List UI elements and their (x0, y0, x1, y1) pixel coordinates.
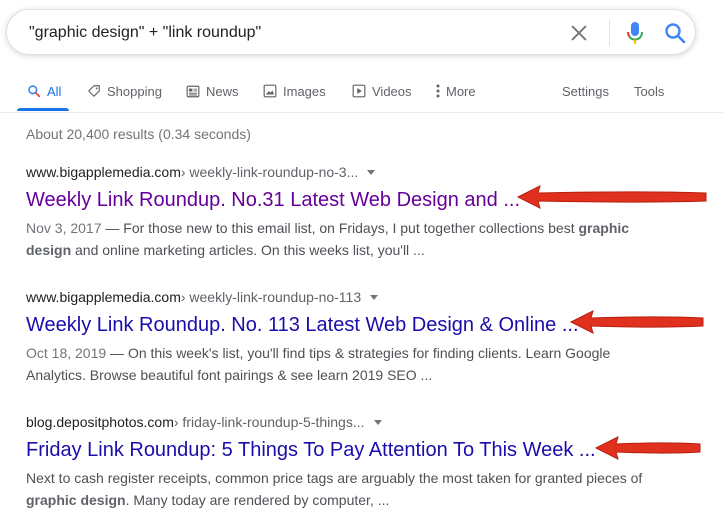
result-snippet: Oct 18, 2019 — On this week's list, you'… (26, 342, 646, 386)
search-submit-button[interactable] (663, 21, 687, 45)
tab-images[interactable]: Images (263, 80, 326, 102)
annotation-arrow (569, 310, 704, 334)
search-divider (609, 20, 610, 46)
result-title-link[interactable]: Friday Link Roundup: 5 Things To Pay Att… (26, 437, 646, 463)
images-icon (263, 84, 277, 98)
tab-label: Shopping (107, 83, 162, 99)
search-icon (665, 23, 686, 44)
search-result: blog.depositphotos.com › friday-link-rou… (26, 412, 646, 511)
active-tab-indicator (17, 108, 69, 111)
result-domain: www.bigapplemedia.com (26, 289, 181, 305)
more-dots-icon (436, 84, 440, 98)
result-domain: blog.depositphotos.com (26, 414, 174, 430)
snippet-text: and online marketing articles. On this w… (71, 242, 425, 258)
snippet-text: — On this week's list, you'll find tips … (26, 345, 611, 383)
clear-icon (571, 25, 587, 41)
microphone-icon (627, 22, 643, 44)
result-cite[interactable]: www.bigapplemedia.com › weekly-link-roun… (26, 287, 646, 307)
tab-label: Videos (372, 83, 412, 99)
videos-icon (352, 84, 366, 98)
tab-label: More (446, 83, 476, 99)
result-snippet: Next to cash register receipts, common p… (26, 467, 646, 511)
annotation-arrow (594, 436, 701, 460)
caret-down-icon[interactable] (373, 417, 383, 427)
result-title-link[interactable]: Weekly Link Roundup. No. 113 Latest Web … (26, 312, 646, 338)
result-date: Oct 18, 2019 (26, 345, 107, 361)
result-path: › weekly-link-roundup-no-3... (180, 164, 359, 180)
caret-down-icon[interactable] (369, 292, 379, 302)
annotation-arrow (516, 185, 707, 209)
result-domain: www.bigapplemedia.com (26, 164, 181, 180)
tab-label: News (206, 83, 239, 99)
shopping-tag-icon (88, 85, 100, 97)
snippet-highlight: graphic design (26, 492, 126, 508)
search-icon (28, 85, 41, 98)
tab-videos[interactable]: Videos (352, 80, 412, 102)
tab-news[interactable]: News (186, 80, 239, 102)
tab-label: Tools (634, 83, 665, 99)
snippet-text: Next to cash register receipts, common p… (26, 470, 643, 486)
result-date: Nov 3, 2017 (26, 220, 102, 236)
tab-settings[interactable]: Settings (562, 80, 609, 102)
search-result: www.bigapplemedia.com › weekly-link-roun… (26, 162, 646, 261)
search-result: www.bigapplemedia.com › weekly-link-roun… (26, 287, 646, 386)
news-icon (186, 85, 200, 97)
result-cite[interactable]: blog.depositphotos.com › friday-link-rou… (26, 412, 646, 432)
tab-shopping[interactable]: Shopping (87, 80, 162, 102)
tab-all[interactable]: All (27, 80, 61, 102)
snippet-text: — For those new to this email list, on F… (101, 220, 579, 236)
result-path: › weekly-link-roundup-no-113 (180, 289, 362, 305)
search-input[interactable] (29, 21, 549, 45)
clear-search-button[interactable] (568, 22, 590, 44)
result-stats: About 20,400 results (0.34 seconds) (26, 126, 251, 142)
search-tabs: All Shopping News Images Videos More Set… (0, 70, 723, 113)
tab-more[interactable]: More (436, 80, 476, 102)
snippet-text: . Many today are rendered by computer, .… (125, 492, 390, 508)
result-snippet: Nov 3, 2017 — For those new to this emai… (26, 217, 646, 261)
search-box (6, 9, 696, 55)
tab-label: Images (283, 83, 326, 99)
tab-label: Settings (562, 83, 609, 99)
tab-tools[interactable]: Tools (634, 80, 664, 102)
voice-search-button[interactable] (624, 20, 646, 46)
caret-down-icon[interactable] (366, 167, 376, 177)
result-path: › friday-link-roundup-5-things... (173, 414, 365, 430)
result-cite[interactable]: www.bigapplemedia.com › weekly-link-roun… (26, 162, 646, 182)
tab-label: All (47, 83, 62, 99)
